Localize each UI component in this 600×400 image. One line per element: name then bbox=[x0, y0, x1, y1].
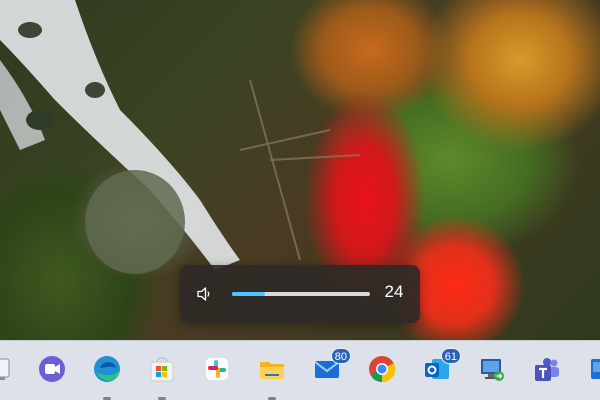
remote-desktop-icon[interactable] bbox=[472, 349, 512, 389]
teams-icon[interactable] bbox=[527, 349, 567, 389]
volume-flyout: 24 bbox=[180, 265, 420, 323]
slack-icon[interactable] bbox=[197, 349, 237, 389]
partial-app-icon-right[interactable] bbox=[582, 349, 600, 389]
chrome-icon[interactable] bbox=[362, 349, 402, 389]
partial-app-icon[interactable] bbox=[0, 349, 18, 389]
taskbar: 80 61 bbox=[0, 340, 600, 400]
volume-slider-fill bbox=[232, 292, 266, 296]
outlook-icon[interactable]: 61 bbox=[417, 348, 461, 389]
speaker-icon[interactable] bbox=[196, 285, 214, 303]
microsoft-store-icon[interactable] bbox=[142, 349, 182, 400]
mail-unread-badge: 80 bbox=[330, 348, 351, 364]
teams-chat-icon[interactable] bbox=[32, 349, 72, 389]
outlook-unread-badge: 61 bbox=[440, 348, 461, 364]
volume-value: 24 bbox=[384, 282, 404, 301]
file-explorer-icon[interactable] bbox=[252, 349, 292, 400]
volume-slider[interactable] bbox=[232, 292, 370, 296]
mail-icon[interactable]: 80 bbox=[307, 348, 351, 389]
edge-icon[interactable] bbox=[87, 349, 127, 400]
